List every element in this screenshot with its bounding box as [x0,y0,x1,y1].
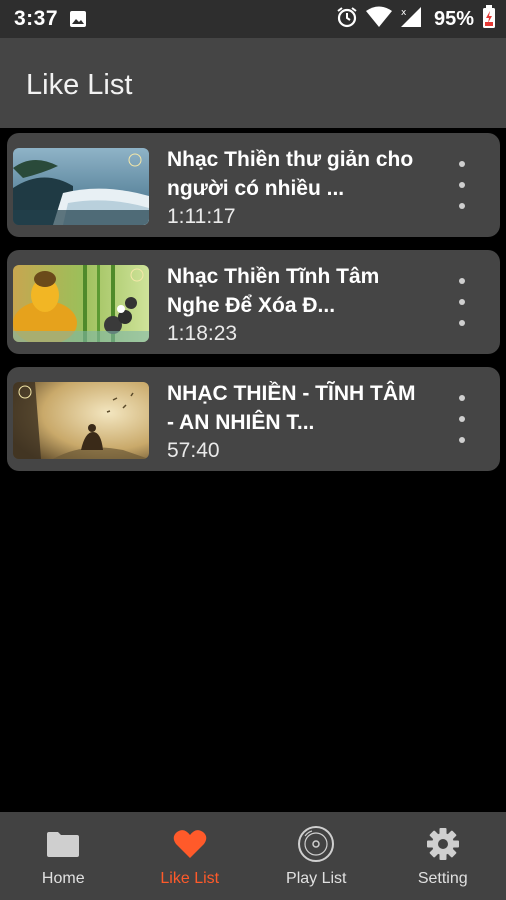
list-item[interactable]: Nhạc Thiền thư giản cho người có nhiều .… [7,133,500,237]
signal-icon: x [400,6,422,33]
battery-charging-icon [482,4,496,34]
wifi-icon [365,6,392,33]
folder-icon [46,826,80,862]
video-title: Nhạc Thiền Tĩnh Tâm Nghe Để Xóa Đ... [167,265,380,317]
video-duration: 1:11:17 [167,205,236,228]
heart-icon [173,826,207,862]
list-item[interactable]: Nhạc Thiền Tĩnh Tâm Nghe Để Xóa Đ... 1:1… [7,250,500,354]
nav-item-home[interactable]: Home [0,812,127,900]
svg-text:x: x [401,8,407,18]
video-thumbnail[interactable] [13,265,149,342]
nav-item-play-list[interactable]: Play List [253,812,380,900]
status-time: 3:37 [14,7,59,30]
app-bar: Like List [0,38,506,128]
list-item[interactable]: NHẠC THIỀN - TĨNH TÂM - AN NHIÊN T... 57… [7,367,500,471]
bottom-navigation: Home Like List Play List Setting [0,812,506,900]
page-title: Like List [26,69,133,101]
video-duration: 1:18:23 [167,322,238,345]
video-thumbnail[interactable] [13,382,149,459]
video-title: Nhạc Thiền thư giản cho người có nhiều .… [167,148,414,200]
more-options-icon[interactable] [452,278,472,326]
video-title: NHẠC THIỀN - TĨNH TÂM - AN NHIÊN T... [167,382,416,434]
nav-item-setting[interactable]: Setting [380,812,506,900]
disc-icon [297,826,335,862]
nav-label: Home [41,870,85,887]
battery-percent: 95% [433,7,474,30]
video-duration: 57:40 [167,439,220,462]
alarm-icon [336,6,358,33]
gear-icon [426,826,460,862]
video-thumbnail[interactable] [13,148,149,225]
status-bar: 3:37 x 95% [0,0,506,38]
nav-label: Play List [286,870,347,887]
nav-label: Like List [160,870,220,887]
more-options-icon[interactable] [452,161,472,209]
more-options-icon[interactable] [452,395,472,443]
status-icons: x 95% [336,4,496,34]
nav-label: Setting [417,870,468,887]
nav-item-like-list[interactable]: Like List [127,812,254,900]
image-icon [69,10,87,33]
